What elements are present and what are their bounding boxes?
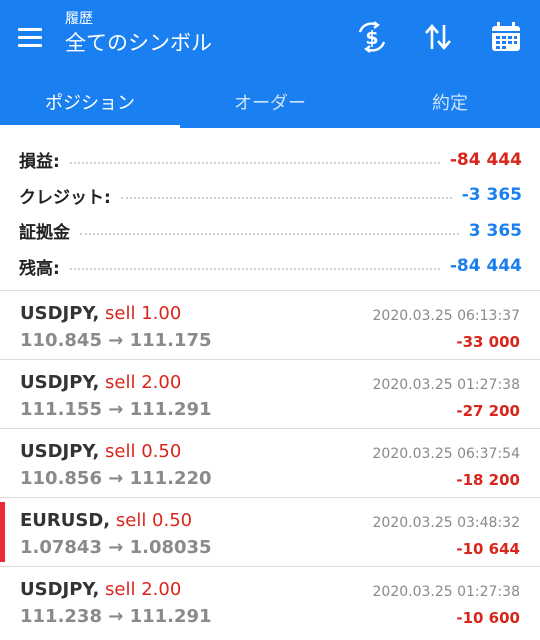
summary-row-balance: 残高: -84 444 xyxy=(0,249,540,285)
header-titles: 履歴 全てのシンボル xyxy=(65,10,212,58)
dotted-leader xyxy=(69,161,440,164)
sort-icon[interactable] xyxy=(418,17,458,57)
position-action: sell 2.00 xyxy=(105,579,182,600)
position-time: 2020.03.25 03:48:32 xyxy=(372,515,521,531)
position-symbol: USDJPY, xyxy=(20,579,100,600)
position-prices: 110.845 → 111.175 xyxy=(20,330,212,351)
position-symbol: USDJPY, xyxy=(20,372,100,393)
positions-list: USDJPY, sell 1.00 110.845 → 111.175 2020… xyxy=(0,290,540,635)
summary-label: 残高: xyxy=(19,258,60,279)
position-time: 2020.03.25 06:37:54 xyxy=(372,446,521,462)
header-subtitle: 履歴 xyxy=(65,11,93,27)
tab-bar: ポジション オーダー 約定 xyxy=(0,75,540,128)
position-symbol: USDJPY, xyxy=(20,303,100,324)
summary-label: クレジット: xyxy=(19,187,111,208)
currency-exchange-icon[interactable]: $ xyxy=(352,17,392,57)
app-bar: 履歴 全てのシンボル $ xyxy=(0,0,540,75)
position-time: 2020.03.25 01:27:38 xyxy=(372,584,521,600)
position-symbol: EURUSD, xyxy=(20,510,111,531)
position-header: USDJPY, sell 2.00 xyxy=(20,579,181,600)
summary-row-profit: 損益: -84 444 xyxy=(0,142,540,178)
position-header: USDJPY, sell 0.50 xyxy=(20,441,181,462)
tab-orders[interactable]: オーダー xyxy=(180,75,360,128)
summary-value: -84 444 xyxy=(449,149,522,170)
summary-value: 3 365 xyxy=(468,220,522,241)
dotted-leader xyxy=(69,268,440,271)
position-action: sell 0.50 xyxy=(115,510,193,531)
position-action: sell 1.00 xyxy=(105,303,182,324)
position-profit: -10 600 xyxy=(456,609,520,627)
position-row[interactable]: USDJPY, sell 0.50 110.856 → 111.220 2020… xyxy=(0,428,540,497)
position-prices: 111.155 → 111.291 xyxy=(20,399,212,420)
calendar-icon[interactable] xyxy=(486,17,526,57)
position-prices: 110.856 → 111.220 xyxy=(20,468,212,489)
tab-positions[interactable]: ポジション xyxy=(0,75,180,128)
position-profit: -10 644 xyxy=(456,540,520,558)
summary-label: 損益: xyxy=(19,152,60,173)
position-header: USDJPY, sell 1.00 xyxy=(20,303,181,324)
dotted-leader xyxy=(80,232,459,235)
position-row[interactable]: USDJPY, sell 2.00 111.155 → 111.291 2020… xyxy=(0,359,540,428)
position-action: sell 2.00 xyxy=(105,372,182,393)
position-row[interactable]: USDJPY, sell 1.00 110.845 → 111.175 2020… xyxy=(0,290,540,359)
summary-value: -3 365 xyxy=(461,185,522,206)
position-header: EURUSD, sell 0.50 xyxy=(20,510,192,531)
summary-row-credit: クレジット: -3 365 xyxy=(0,178,540,214)
position-symbol: USDJPY, xyxy=(20,441,100,462)
position-time: 2020.03.25 06:13:37 xyxy=(372,308,521,324)
account-summary: 損益: -84 444 クレジット: -3 365 証拠金 3 365 残高: … xyxy=(0,128,540,290)
position-row[interactable]: USDJPY, sell 2.00 111.238 → 111.291 2020… xyxy=(0,566,540,635)
position-action: sell 0.50 xyxy=(105,441,182,462)
dotted-leader xyxy=(120,197,452,200)
menu-icon[interactable] xyxy=(18,20,54,54)
svg-text:$: $ xyxy=(365,27,378,49)
position-profit: -33 000 xyxy=(456,333,520,351)
summary-label: 証拠金 xyxy=(19,223,70,244)
position-header: USDJPY, sell 2.00 xyxy=(20,372,181,393)
position-time: 2020.03.25 01:27:38 xyxy=(372,377,521,393)
summary-value: -84 444 xyxy=(449,256,522,277)
tab-deals[interactable]: 約定 xyxy=(360,75,540,128)
position-row[interactable]: EURUSD, sell 0.50 1.07843 → 1.08035 2020… xyxy=(0,497,540,566)
summary-row-margin: 証拠金 3 365 xyxy=(0,213,540,249)
header-title[interactable]: 全てのシンボル xyxy=(65,28,212,58)
position-profit: -18 200 xyxy=(456,471,520,489)
position-prices: 1.07843 → 1.08035 xyxy=(20,537,212,558)
position-profit: -27 200 xyxy=(456,402,520,420)
position-prices: 111.238 → 111.291 xyxy=(20,606,212,627)
